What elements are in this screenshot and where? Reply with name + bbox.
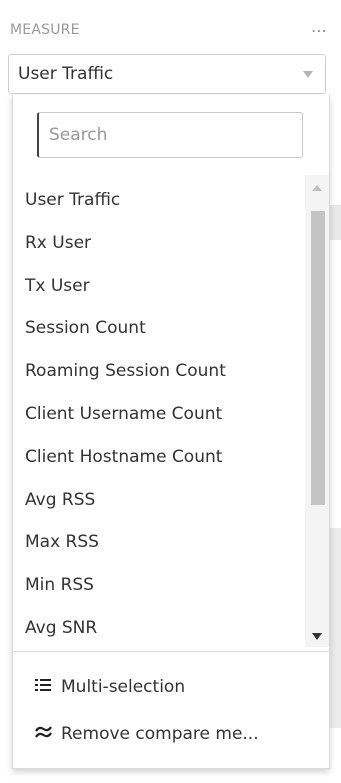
measure-dropdown: User Traffic Rx User Tx User Session Cou… bbox=[12, 95, 330, 769]
option-client-username-count[interactable]: Client Username Count bbox=[13, 393, 329, 436]
background-strip bbox=[330, 205, 341, 240]
measure-header: MEASURE ⋯ bbox=[10, 18, 328, 42]
list-icon bbox=[35, 677, 61, 697]
multi-selection-button[interactable]: Multi-selection bbox=[35, 669, 185, 705]
search-input[interactable] bbox=[37, 112, 303, 158]
remove-compare-label: Remove compare me... bbox=[61, 724, 259, 744]
scrollbar[interactable] bbox=[305, 175, 329, 647]
option-session-count[interactable]: Session Count bbox=[13, 307, 329, 350]
background-strip bbox=[330, 528, 341, 728]
scroll-down-arrow-icon[interactable] bbox=[312, 633, 322, 640]
measure-label: MEASURE bbox=[10, 22, 80, 38]
option-tx-user[interactable]: Tx User bbox=[13, 265, 329, 308]
scroll-up-arrow-icon[interactable] bbox=[312, 185, 322, 191]
option-user-traffic[interactable]: User Traffic bbox=[13, 179, 329, 222]
option-roaming-session-count[interactable]: Roaming Session Count bbox=[13, 350, 329, 393]
option-avg-snr[interactable]: Avg SNR bbox=[13, 607, 329, 647]
caret-down-icon bbox=[303, 70, 313, 78]
option-min-rss[interactable]: Min RSS bbox=[13, 564, 329, 607]
option-max-rss[interactable]: Max RSS bbox=[13, 521, 329, 564]
option-avg-rss[interactable]: Avg RSS bbox=[13, 479, 329, 522]
measure-select-value: User Traffic bbox=[18, 64, 114, 84]
multi-selection-label: Multi-selection bbox=[61, 677, 186, 697]
measure-select[interactable]: User Traffic bbox=[8, 54, 326, 94]
option-client-hostname-count[interactable]: Client Hostname Count bbox=[13, 436, 329, 479]
divider bbox=[13, 651, 329, 652]
remove-compare-button[interactable]: Remove compare me... bbox=[35, 716, 259, 752]
option-rx-user[interactable]: Rx User bbox=[13, 222, 329, 265]
more-options-icon[interactable]: ⋯ bbox=[311, 21, 328, 40]
options-list: User Traffic Rx User Tx User Session Cou… bbox=[13, 175, 329, 647]
scrollbar-thumb[interactable] bbox=[311, 211, 325, 505]
compare-icon bbox=[35, 724, 61, 744]
